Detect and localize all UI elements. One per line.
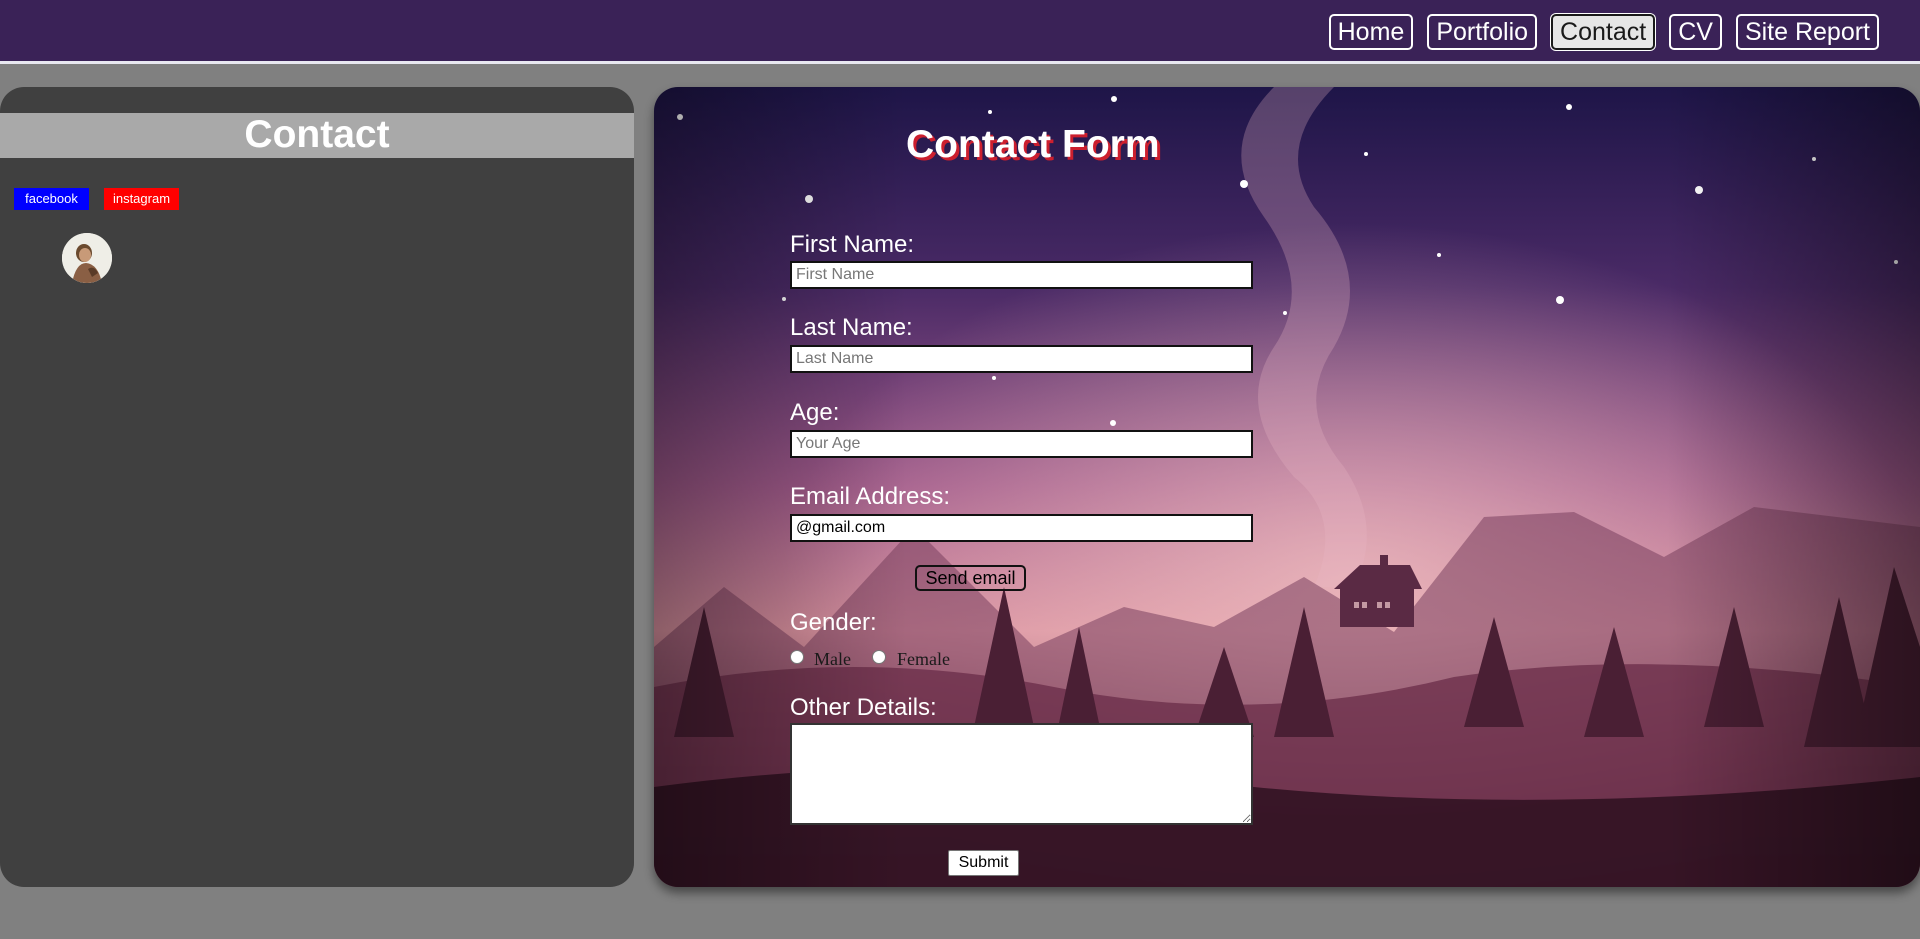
main-nav: Home Portfolio Contact CV Site Report — [1328, 14, 1879, 50]
nav-cv-link[interactable]: CV — [1669, 14, 1722, 50]
nav-portfolio-link[interactable]: Portfolio — [1427, 14, 1538, 50]
gender-label: Gender: — [790, 609, 877, 636]
other-details-label: Other Details: — [790, 694, 937, 721]
email-label: Email Address: — [790, 483, 951, 510]
age-label: Age: — [790, 399, 840, 426]
gender-female-label: Female — [897, 649, 950, 669]
last-name-field[interactable] — [790, 345, 1253, 373]
other-details-textarea[interactable] — [790, 723, 1253, 825]
age-field[interactable] — [790, 430, 1253, 458]
first-name-field[interactable] — [790, 261, 1253, 289]
gender-male-label: Male — [814, 649, 851, 669]
top-navbar: Home Portfolio Contact CV Site Report — [0, 0, 1920, 64]
contact-form-panel: Contact Form First Name: Last Name: Age:… — [654, 87, 1920, 887]
instagram-link[interactable]: instagram — [104, 188, 179, 210]
form-title: Contact Form — [906, 123, 1160, 166]
avatar — [62, 233, 112, 283]
contact-side-panel: Contact facebook instagram — [0, 87, 634, 887]
nav-contact-link[interactable]: Contact — [1551, 14, 1656, 50]
last-name-label: Last Name: — [790, 314, 913, 341]
side-panel-title: Contact — [0, 113, 634, 158]
gender-female-radio[interactable] — [872, 650, 886, 664]
send-email-button[interactable]: Send email — [915, 565, 1026, 591]
facebook-link[interactable]: facebook — [14, 188, 89, 210]
first-name-label: First Name: — [790, 231, 915, 258]
email-field[interactable] — [790, 514, 1253, 542]
gender-male-radio[interactable] — [790, 650, 804, 664]
nav-site-report-link[interactable]: Site Report — [1735, 14, 1879, 50]
submit-button[interactable]: Submit — [948, 850, 1019, 876]
nav-home-link[interactable]: Home — [1328, 14, 1414, 50]
